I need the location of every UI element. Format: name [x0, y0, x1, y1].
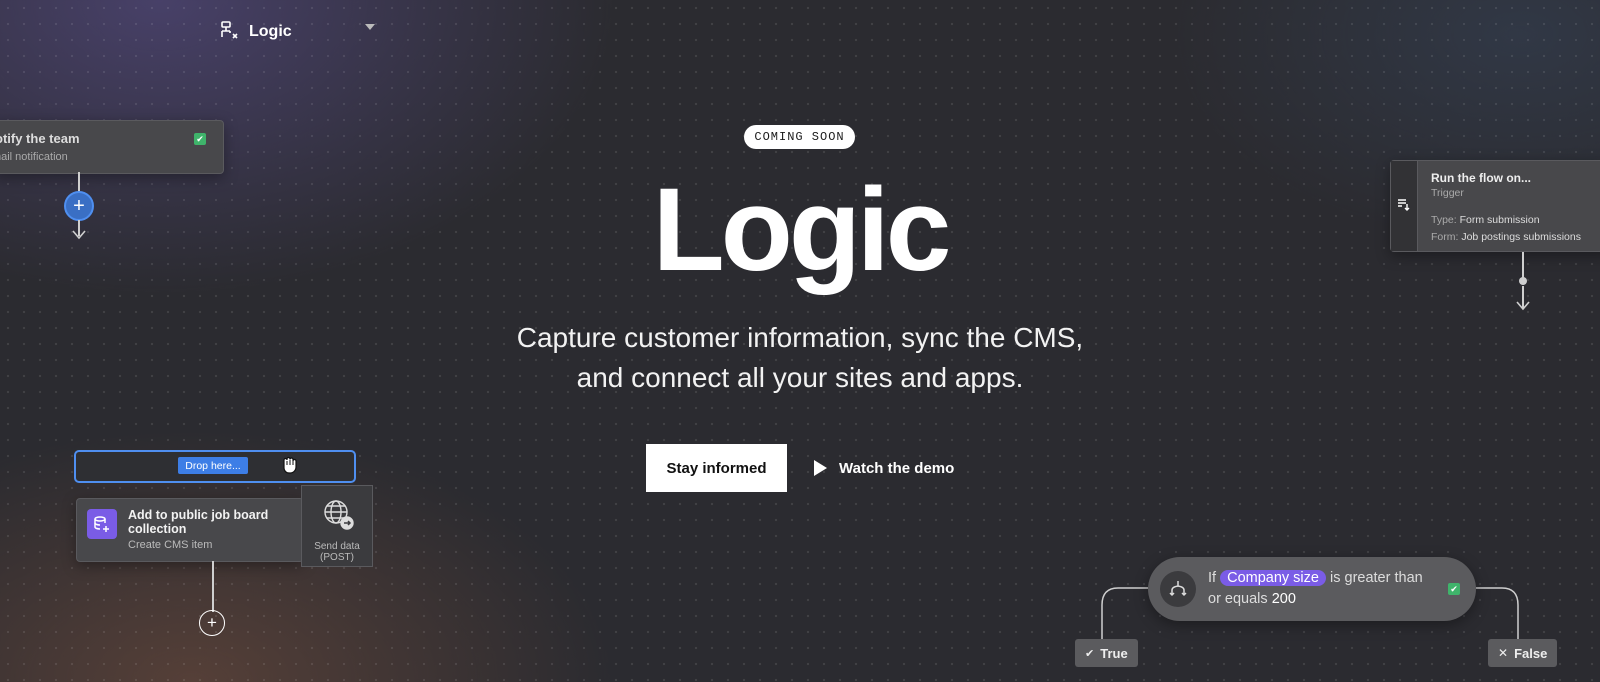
cms-item-card[interactable]: Add to public job board collection Creat… — [76, 498, 304, 562]
trigger-card-sidebar — [1391, 161, 1418, 251]
false-label: False — [1514, 645, 1548, 661]
trigger-form-value: Job postings submissions — [1461, 231, 1581, 243]
trigger-card-title: Run the flow on... — [1431, 171, 1531, 185]
logic-dropdown-label: Logic — [249, 23, 292, 40]
trigger-type-value: Form submission — [1459, 214, 1540, 226]
logic-dropdown[interactable]: Logic — [219, 18, 375, 46]
add-step-plus-icon[interactable]: + — [199, 610, 225, 636]
cms-card-title: Add to public job board collection — [128, 508, 269, 536]
branch-icon — [1160, 571, 1196, 607]
page-title: Logic — [652, 164, 952, 296]
form-submit-icon — [1397, 197, 1411, 216]
condition-text: If Company size is greater than or equal… — [1208, 568, 1438, 610]
condition-field-chip[interactable]: Company size — [1220, 570, 1326, 586]
database-add-icon — [87, 509, 117, 539]
watch-demo-button[interactable]: Watch the demo — [814, 450, 954, 486]
coming-soon-badge: COMING SOON — [744, 125, 855, 149]
notify-team-card[interactable]: otify the team nail notification ✔ — [0, 120, 224, 174]
notify-card-title: otify the team — [0, 131, 80, 146]
condition-card[interactable]: If Company size is greater than or equal… — [1148, 557, 1476, 621]
stay-informed-button[interactable]: Stay informed — [646, 444, 787, 492]
chevron-down-icon — [365, 24, 375, 30]
page-subtitle: Capture customer information, sync the C… — [516, 322, 1084, 393]
trigger-card[interactable]: Run the flow on... Trigger Type: Form su… — [1390, 160, 1600, 252]
notify-card-subtitle: nail notification — [0, 151, 68, 163]
watch-demo-label: Watch the demo — [839, 459, 955, 477]
drop-zone[interactable]: Drop here... — [74, 450, 356, 483]
connector-dot — [1519, 277, 1527, 285]
connector-line — [78, 172, 80, 192]
send-data-card[interactable]: Send data (POST) — [301, 485, 373, 567]
globe-arrow-icon — [322, 498, 356, 537]
add-step-plus-icon[interactable]: + — [64, 191, 94, 221]
trigger-type-row: Type: Form submission — [1431, 214, 1540, 226]
logic-flow-icon — [219, 20, 239, 45]
checkbox-checked-icon[interactable]: ✔ — [1448, 583, 1460, 595]
trigger-type-label: Type: — [1431, 214, 1457, 226]
connector-line — [212, 561, 214, 612]
true-label: True — [1100, 645, 1128, 661]
trigger-form-label: Form: — [1431, 231, 1459, 243]
true-branch-tag[interactable]: ✔ True — [1075, 639, 1138, 667]
condition-value: 200 — [1271, 591, 1296, 607]
play-icon — [814, 460, 827, 476]
arrow-down-icon — [71, 227, 87, 246]
close-icon: ✕ — [1498, 646, 1509, 660]
send-data-label: Send data (POST) — [314, 541, 360, 563]
cms-card-subtitle: Create CMS item — [128, 539, 213, 551]
grab-hand-icon — [279, 454, 301, 481]
arrow-down-icon — [1515, 298, 1531, 317]
trigger-form-row: Form: Job postings submissions — [1431, 231, 1581, 243]
false-branch-tag[interactable]: ✕ False — [1488, 639, 1558, 667]
checkbox-checked-icon[interactable]: ✔ — [194, 133, 206, 145]
check-icon: ✔ — [1085, 647, 1095, 660]
condition-if: If — [1208, 570, 1217, 586]
trigger-card-subtitle: Trigger — [1431, 187, 1464, 199]
drop-here-label: Drop here... — [178, 457, 248, 474]
